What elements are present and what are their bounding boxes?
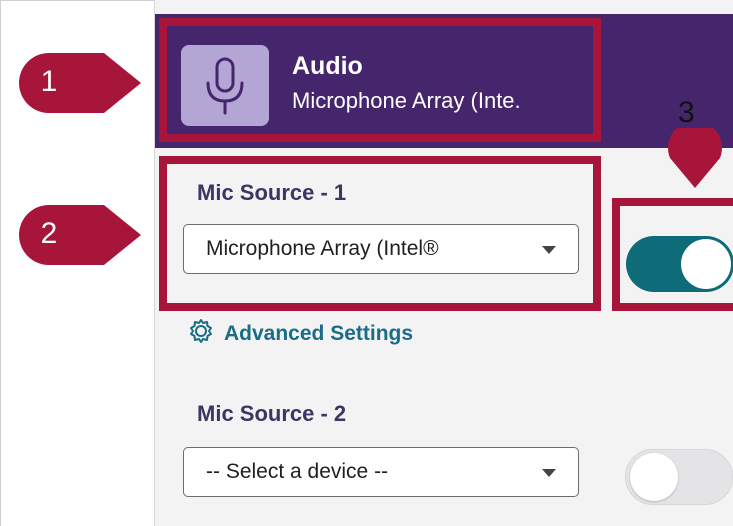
advanced-settings-label: Advanced Settings: [224, 322, 414, 345]
gear-icon: [188, 318, 214, 350]
mic-source-2-label: Mic Source - 2: [197, 401, 347, 426]
callout-number-3: 3: [678, 96, 695, 129]
toggle-knob: [630, 453, 678, 501]
mic-source-1-select[interactable]: Microphone Array (Intel®: [183, 224, 579, 274]
toggle-knob: [681, 239, 731, 289]
mic-source-2-selected-value: -- Select a device --: [206, 460, 389, 483]
callout-bubble-3: [664, 120, 726, 190]
mic-source-1-label: Mic Source - 1: [197, 180, 347, 205]
mic-source-2-toggle[interactable]: [625, 449, 733, 505]
frame-left-line: [0, 0, 1, 526]
mic-source-2-select[interactable]: -- Select a device --: [183, 447, 579, 497]
advanced-settings-link[interactable]: Advanced Settings: [188, 319, 413, 349]
chevron-down-icon: [542, 246, 556, 254]
chevron-down-icon: [542, 469, 556, 477]
callout-bubble-1: 1: [19, 53, 144, 113]
callout-bubble-2: 2: [19, 205, 144, 265]
callout-number-2: 2: [40, 217, 58, 250]
callout-number-1: 1: [40, 65, 58, 98]
mic-source-1-selected-value: Microphone Array (Intel®: [206, 237, 439, 260]
callout-box-1: [159, 18, 601, 142]
mic-source-1-toggle[interactable]: [626, 236, 733, 292]
